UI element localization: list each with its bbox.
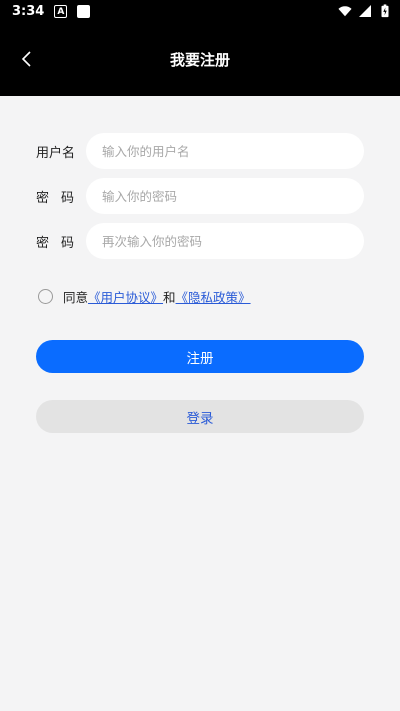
battery-icon: [381, 4, 389, 18]
app-a-icon: A: [54, 4, 68, 18]
agreement-row: 同意 《用户协议》 和 《隐私政策》: [38, 287, 251, 306]
password-row: 密码: [0, 178, 400, 214]
confirm-password-input[interactable]: [86, 223, 364, 259]
app-notification-icon: [77, 4, 91, 18]
username-label: 用户名: [36, 145, 76, 161]
password-label: 密码: [36, 190, 87, 206]
register-form: 用户名 密码 密码: [0, 133, 400, 268]
status-bar: 3:34 A: [0, 0, 400, 22]
agree-prefix: 同意: [63, 290, 89, 305]
confirm-password-label: 密码: [36, 235, 87, 251]
login-button[interactable]: 登录: [36, 400, 364, 433]
agree-and: 和: [163, 290, 176, 305]
nav-bar: 我要注册: [0, 22, 400, 96]
register-button[interactable]: 注册: [36, 340, 364, 373]
wifi-icon: [338, 6, 352, 17]
username-row: 用户名: [0, 133, 400, 169]
page-title: 我要注册: [169, 50, 230, 69]
privacy-policy-link[interactable]: 《隐私政策》: [176, 287, 251, 306]
status-time: 3:34: [12, 3, 45, 19]
user-agreement-link[interactable]: 《用户协议》: [88, 287, 163, 306]
password-input[interactable]: [86, 178, 364, 214]
confirm-password-row: 密码: [0, 223, 400, 259]
agree-radio[interactable]: [38, 289, 53, 304]
username-input[interactable]: [86, 133, 364, 169]
signal-icon: [359, 5, 371, 17]
